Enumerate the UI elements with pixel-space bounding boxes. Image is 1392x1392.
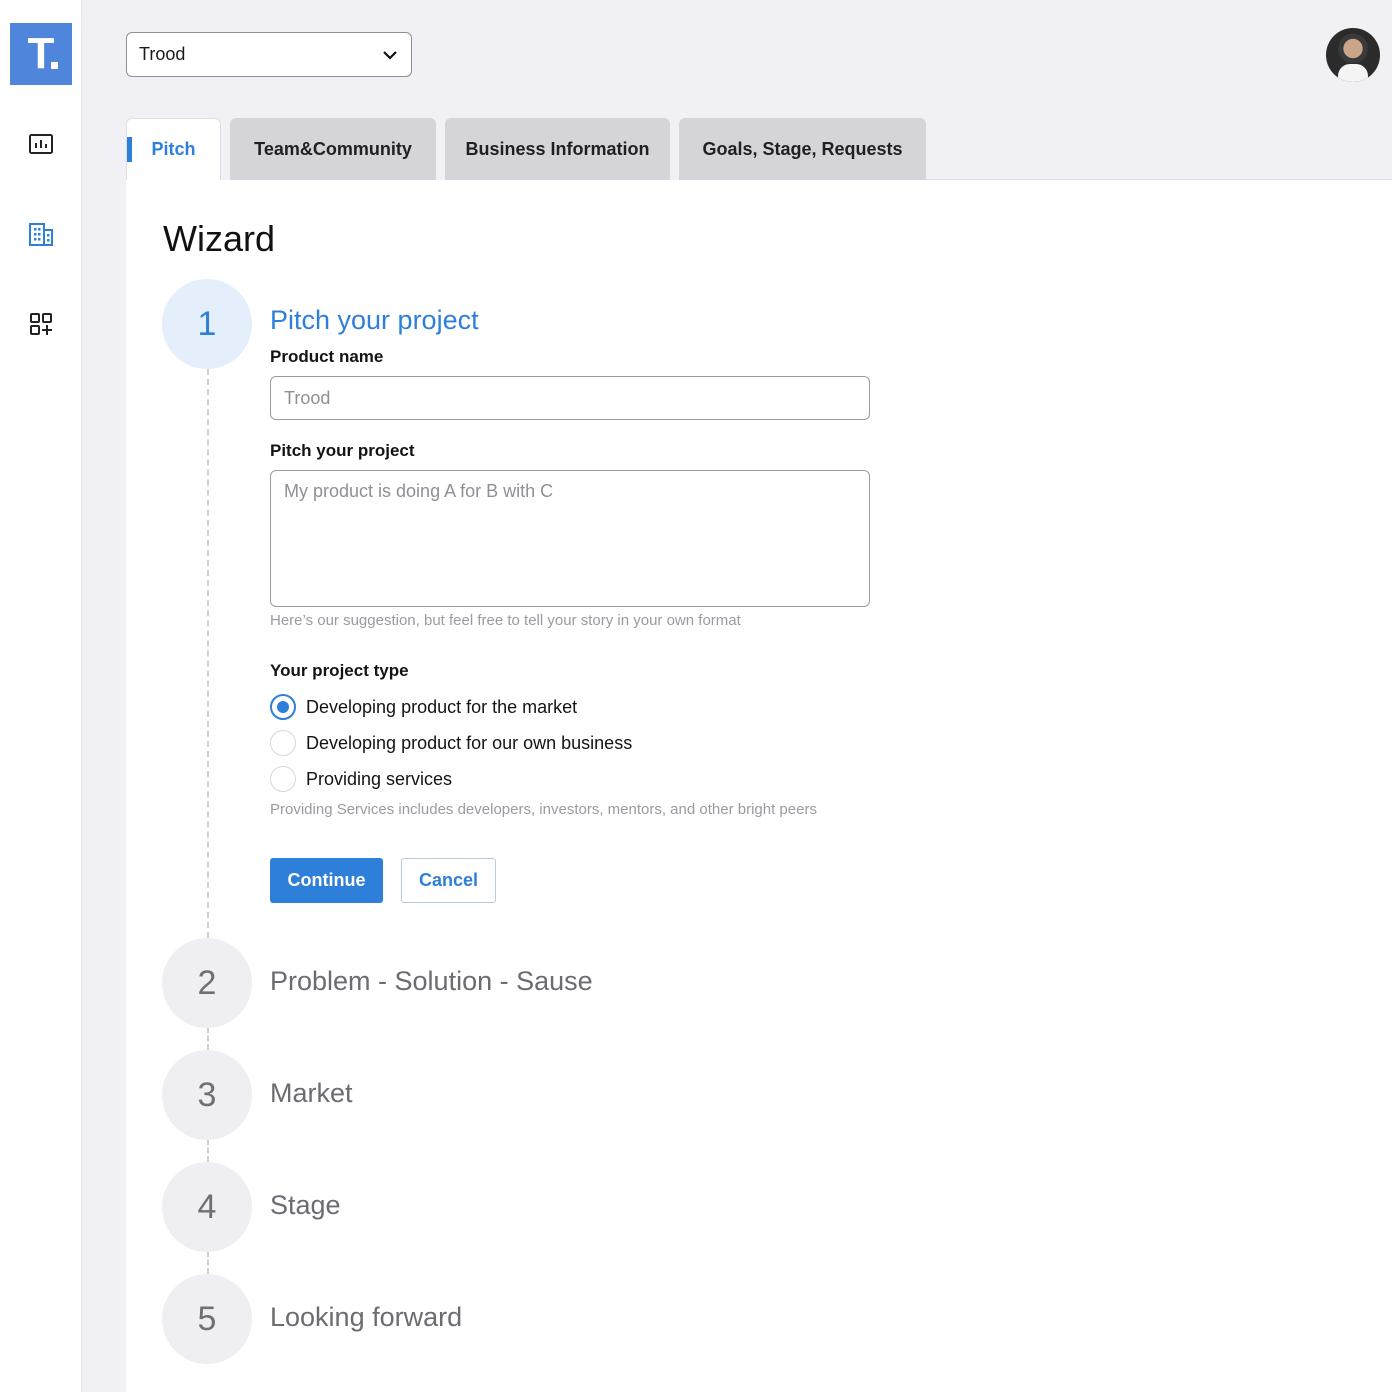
pitch-hint: Here’s our suggestion, but feel free to … [270, 612, 741, 629]
step-number-text: 2 [197, 963, 217, 1002]
step-number-3[interactable]: 3 [162, 1050, 252, 1140]
continue-button[interactable]: Continue [270, 858, 383, 903]
step-connector [207, 1139, 209, 1162]
logo-dot [51, 62, 58, 69]
sidebar: T [0, 0, 82, 1392]
tab-business-information[interactable]: Business Information [445, 118, 670, 180]
app-logo[interactable]: T [10, 23, 72, 85]
pitch-label: Pitch your project [270, 441, 415, 460]
step-number-text: 5 [197, 1299, 217, 1338]
project-type-hint: Providing Services includes developers, … [270, 801, 817, 818]
cancel-button[interactable]: Cancel [401, 858, 496, 903]
product-name-label: Product name [270, 347, 384, 366]
step-number-text: 3 [197, 1075, 217, 1114]
building-icon[interactable] [28, 221, 54, 247]
step-number-4[interactable]: 4 [162, 1162, 252, 1252]
radio-label: Developing product for the market [306, 696, 578, 717]
project-select-value: Trood [139, 44, 186, 64]
tab-label: Business Information [465, 138, 650, 159]
step-title-4[interactable]: Stage [270, 1190, 341, 1221]
page-title: Wizard [163, 218, 276, 259]
avatar-shirt [1338, 64, 1368, 82]
project-select[interactable]: Trood [126, 32, 412, 77]
step-title-3[interactable]: Market [270, 1078, 353, 1109]
radio-option-market[interactable]: Developing product for the market [270, 694, 577, 720]
tab-label: Pitch [151, 139, 196, 159]
radio-button[interactable] [270, 694, 296, 720]
radio-option-services[interactable]: Providing services [270, 766, 452, 792]
step-connector [207, 1027, 209, 1050]
chevron-down-icon [383, 51, 397, 60]
analytics-icon[interactable] [28, 131, 54, 157]
logo-letter: T [27, 29, 55, 78]
step-connector [207, 369, 209, 938]
tab-label: Goals, Stage, Requests [702, 138, 903, 159]
step-number-5[interactable]: 5 [162, 1274, 252, 1364]
step-title-5[interactable]: Looking forward [270, 1302, 462, 1333]
user-avatar[interactable] [1326, 28, 1380, 82]
radio-label: Developing product for our own business [306, 732, 633, 753]
step-number-1: 1 [162, 279, 252, 369]
step-title-2[interactable]: Problem - Solution - Sause [270, 966, 593, 997]
product-name-input[interactable] [270, 376, 870, 420]
project-type-label: Your project type [270, 661, 409, 680]
tab-label: Team&Community [254, 138, 412, 159]
step-number-text: 4 [197, 1187, 217, 1226]
step-title-1: Pitch your project [270, 305, 479, 335]
pitch-textarea[interactable] [270, 470, 870, 607]
radio-option-own-business[interactable]: Developing product for our own business [270, 730, 632, 756]
tab-goals-stage-requests[interactable]: Goals, Stage, Requests [679, 118, 926, 180]
radio-label: Providing services [306, 768, 453, 789]
tab-pitch[interactable]: Pitch [126, 118, 221, 180]
step-number-2[interactable]: 2 [162, 938, 252, 1028]
tab-bar: Pitch Team&Community Business Informatio… [126, 118, 935, 180]
tab-team-community[interactable]: Team&Community [230, 118, 436, 180]
radio-dot [277, 701, 289, 713]
radio-button[interactable] [270, 730, 296, 756]
add-widget-icon[interactable] [28, 311, 54, 337]
step-number-text: 1 [197, 304, 217, 343]
step-connector [207, 1251, 209, 1274]
radio-button[interactable] [270, 766, 296, 792]
